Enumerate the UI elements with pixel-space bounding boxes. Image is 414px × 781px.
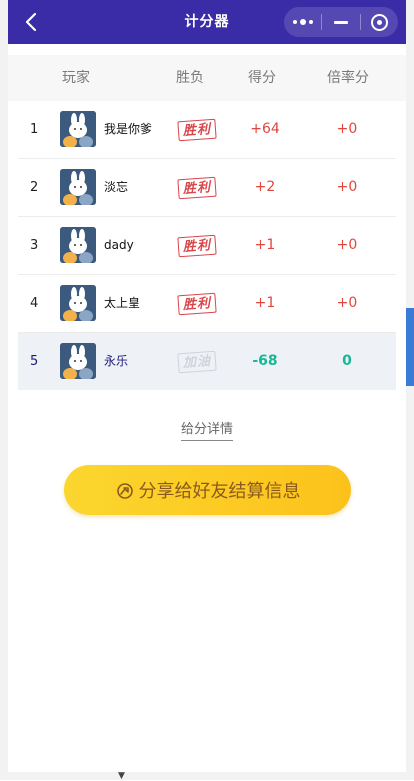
- bunny-avatar-icon: [60, 343, 96, 379]
- player-name: 我是你爹: [104, 122, 153, 136]
- background-bottom-edge: [0, 772, 414, 780]
- titlebar: 计分器: [8, 0, 406, 44]
- table-row[interactable]: 1 我是你爹 胜利 +64 +0: [18, 101, 396, 159]
- ratio-value: +0: [336, 237, 358, 253]
- bunny-avatar-icon: [60, 111, 96, 147]
- score-value: +64: [250, 121, 280, 137]
- table-row-loser[interactable]: 5 永乐 加油 -68 0: [18, 333, 396, 390]
- avatar: [60, 285, 96, 321]
- win-stamp: 胜利: [177, 118, 217, 142]
- score-detail-link[interactable]: 给分详情: [180, 422, 233, 441]
- player-name: 太上皇: [104, 296, 141, 310]
- header-result: 胜负: [176, 70, 204, 86]
- bunny-avatar-icon: [60, 285, 96, 321]
- scorer-sheet: 计分器 玩家 胜负 得分 倍率分 1 我是你爹 胜利 +64 +0 2 淡忘 胜…: [8, 0, 406, 772]
- header-ratio: 倍率分: [327, 70, 369, 86]
- header-score: 得分: [248, 70, 276, 86]
- close-button[interactable]: [361, 7, 398, 37]
- bunny-avatar-icon: [60, 227, 96, 263]
- rank: 2: [30, 180, 39, 195]
- ratio-value: 0: [342, 353, 352, 369]
- share-icon: [116, 483, 133, 499]
- ratio-value: +0: [336, 121, 358, 137]
- score-detail-link-wrap: 给分详情: [8, 418, 406, 441]
- win-stamp: 胜利: [177, 234, 217, 258]
- close-target-icon: [370, 13, 388, 31]
- background-caret-icon: ▼: [118, 771, 125, 781]
- background-right-edge: [406, 0, 414, 780]
- player-name: 淡忘: [104, 180, 129, 194]
- share-label: 分享给好友结算信息: [138, 481, 301, 502]
- minimize-icon: [333, 20, 348, 24]
- table-row[interactable]: 4 太上皇 胜利 +1 +0: [18, 275, 396, 333]
- score-value: +1: [254, 295, 276, 311]
- rank: 3: [30, 238, 39, 253]
- player-name: dady: [104, 238, 134, 252]
- score-value: +1: [254, 237, 276, 253]
- more-button[interactable]: [284, 7, 321, 37]
- header-player: 玩家: [62, 70, 90, 86]
- score-value: +2: [254, 179, 276, 195]
- rank: 4: [30, 296, 39, 311]
- background-left-edge: [0, 0, 8, 780]
- cheer-stamp: 加油: [177, 350, 217, 374]
- minimize-button[interactable]: [322, 7, 359, 37]
- share-button[interactable]: 分享给好友结算信息: [64, 465, 351, 515]
- table-row[interactable]: 2 淡忘 胜利 +2 +0: [18, 159, 396, 217]
- capsule-menu: [284, 7, 398, 37]
- ratio-value: +0: [336, 295, 358, 311]
- avatar: [60, 111, 96, 147]
- avatar: [60, 169, 96, 205]
- background-blue-edge: [406, 308, 414, 386]
- table-header: 玩家 胜负 得分 倍率分: [8, 55, 406, 101]
- rank: 1: [30, 122, 39, 137]
- player-name: 永乐: [104, 354, 129, 368]
- avatar: [60, 343, 96, 379]
- more-dots-icon: [292, 19, 313, 25]
- win-stamp: 胜利: [177, 176, 217, 200]
- bunny-avatar-icon: [60, 169, 96, 205]
- rank: 5: [30, 354, 39, 369]
- table-row[interactable]: 3 dady 胜利 +1 +0: [18, 217, 396, 275]
- score-table: 1 我是你爹 胜利 +64 +0 2 淡忘 胜利 +2 +0 3 dady 胜利…: [8, 101, 406, 390]
- avatar: [60, 227, 96, 263]
- ratio-value: +0: [336, 179, 358, 195]
- score-value: -68: [252, 353, 278, 369]
- win-stamp: 胜利: [177, 292, 217, 316]
